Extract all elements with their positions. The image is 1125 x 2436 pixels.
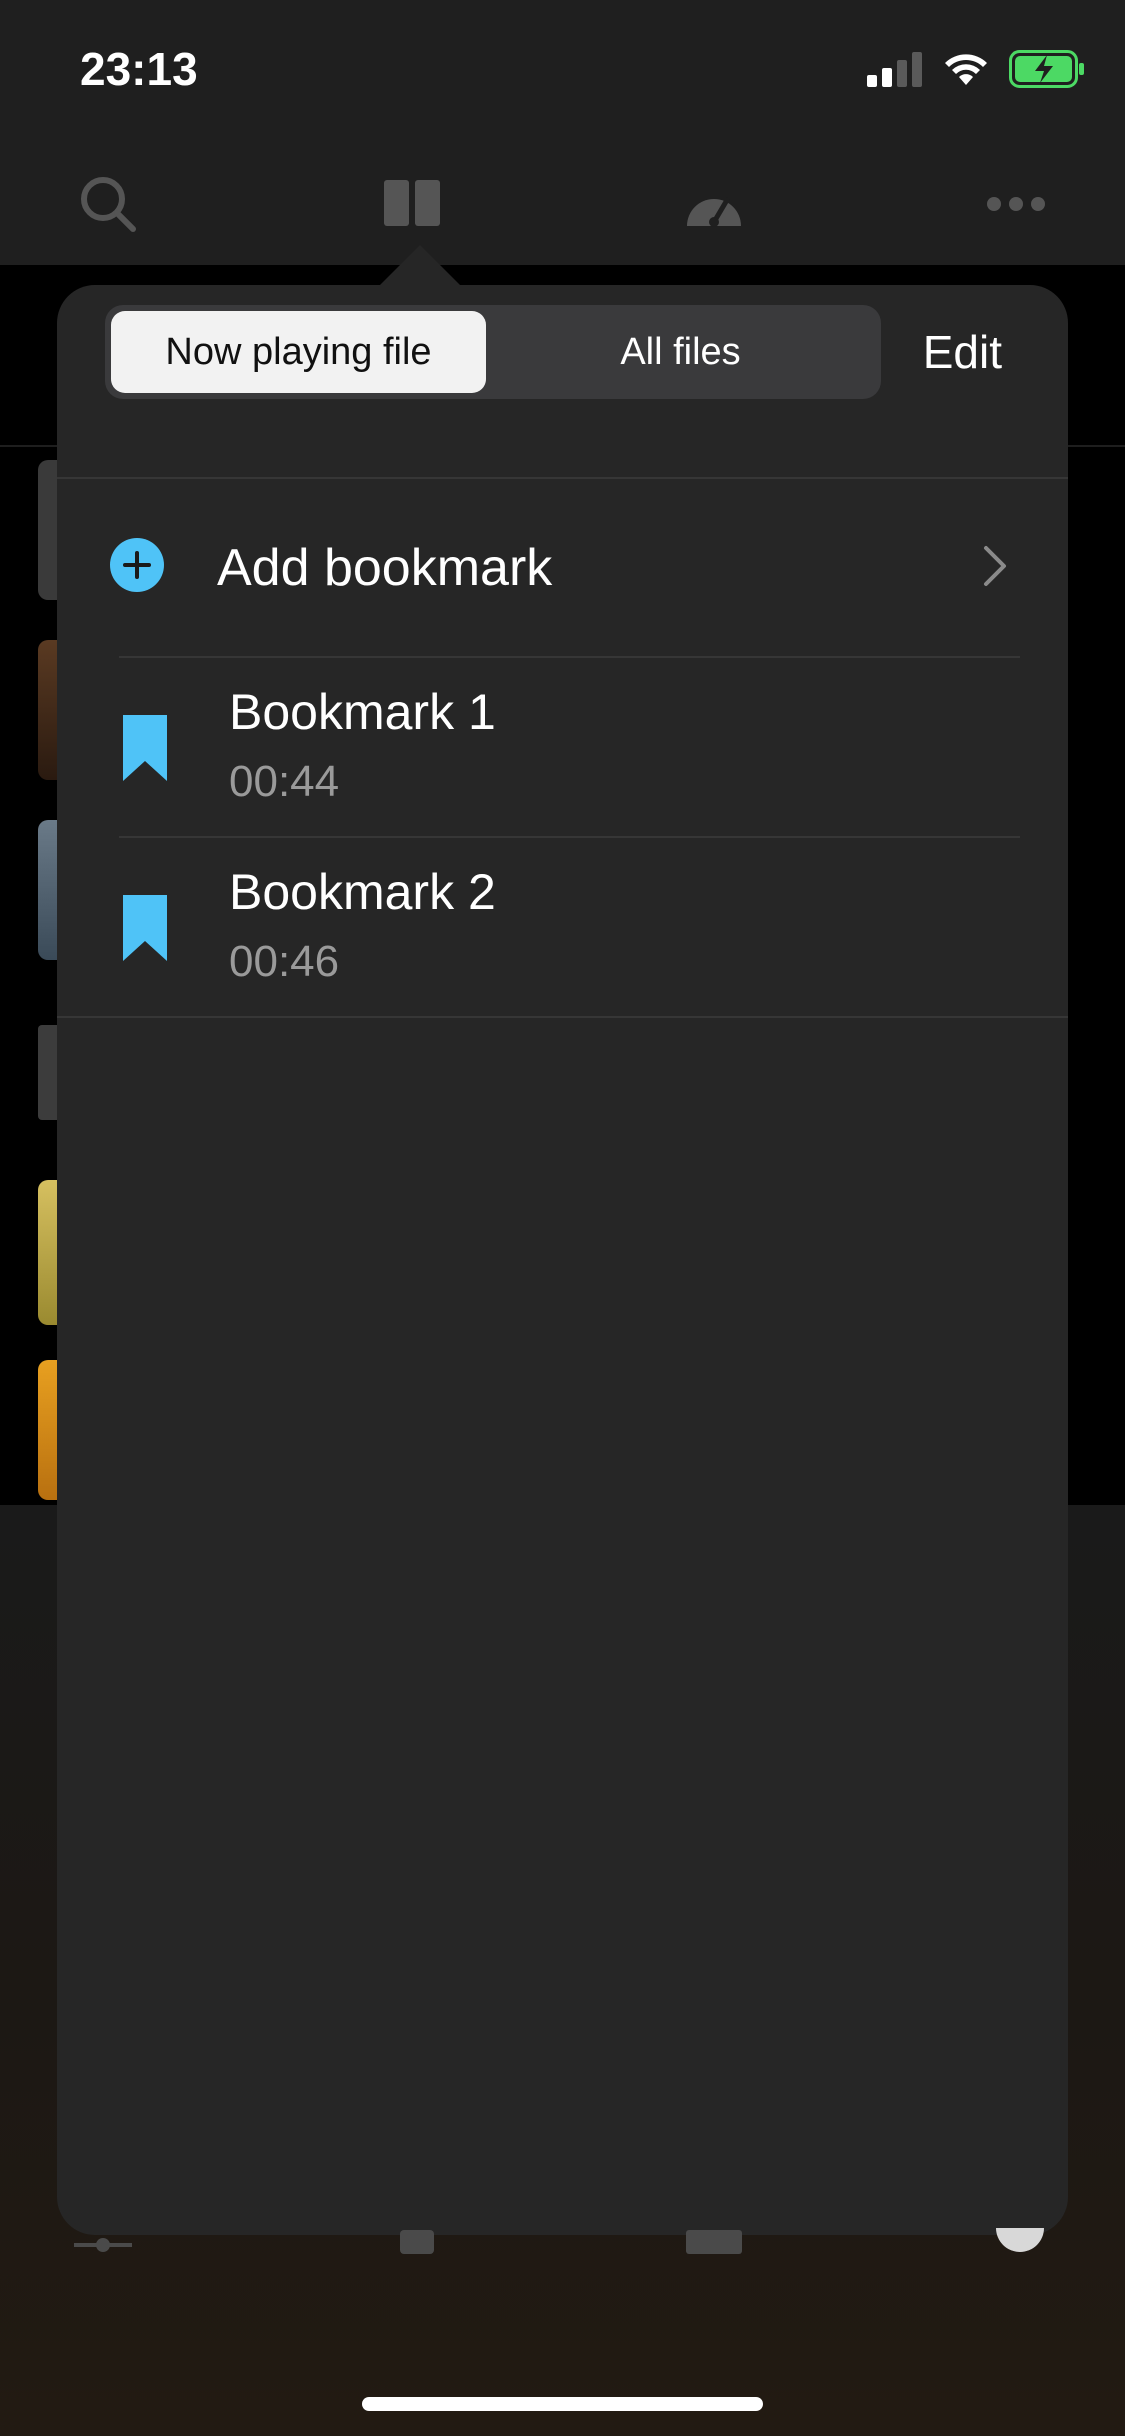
bookmark-row[interactable]: Bookmark 2 00:46 — [57, 837, 1068, 1017]
bookmark-title: Bookmark 1 — [229, 684, 496, 740]
add-bookmark-label: Add bookmark — [217, 539, 553, 597]
add-circle-icon — [110, 538, 164, 592]
segment-now-playing-file[interactable]: Now playing file — [111, 311, 486, 393]
bookmark-icon — [123, 715, 167, 781]
chevron-right-icon — [984, 546, 1006, 586]
stop-icon[interactable] — [400, 2230, 434, 2254]
battery-charging-icon — [1009, 50, 1084, 88]
wifi-icon — [945, 54, 987, 85]
video-icon[interactable] — [686, 2230, 742, 2254]
top-toolbar — [0, 140, 1125, 265]
info-icon[interactable] — [994, 2218, 1046, 2262]
file-scope-segmented-control[interactable]: Now playing file All files — [105, 305, 881, 399]
cellular-signal-icon — [867, 52, 922, 87]
book-icon[interactable] — [380, 172, 444, 236]
divider — [57, 1016, 1068, 1018]
add-bookmark-row[interactable]: Add bookmark — [57, 478, 1068, 656]
more-icon[interactable] — [984, 172, 1048, 236]
home-indicator[interactable] — [362, 2397, 763, 2411]
segment-all-files[interactable]: All files — [486, 311, 875, 393]
bookmark-row[interactable]: Bookmark 1 00:44 — [57, 657, 1068, 837]
bookmark-title: Bookmark 2 — [229, 864, 496, 920]
search-icon[interactable] — [76, 172, 140, 236]
edit-button[interactable]: Edit — [923, 325, 1002, 379]
bookmark-time: 00:44 — [229, 757, 340, 806]
speedometer-icon[interactable] — [682, 172, 746, 236]
bookmarks-popover: Now playing file All files Edit Add book… — [57, 285, 1068, 2235]
bookmark-icon — [123, 895, 167, 961]
bottom-tab-bar — [0, 2210, 1125, 2270]
screen: 23:13 Now playing file All files Edit Ad… — [0, 0, 1125, 2436]
popover-arrow — [380, 245, 460, 285]
bookmark-time: 00:46 — [229, 937, 340, 986]
status-bar: 23:13 — [0, 0, 1125, 140]
status-time: 23:13 — [80, 43, 198, 95]
equalizer-icon[interactable] — [74, 2238, 132, 2254]
status-icons — [867, 50, 1085, 88]
